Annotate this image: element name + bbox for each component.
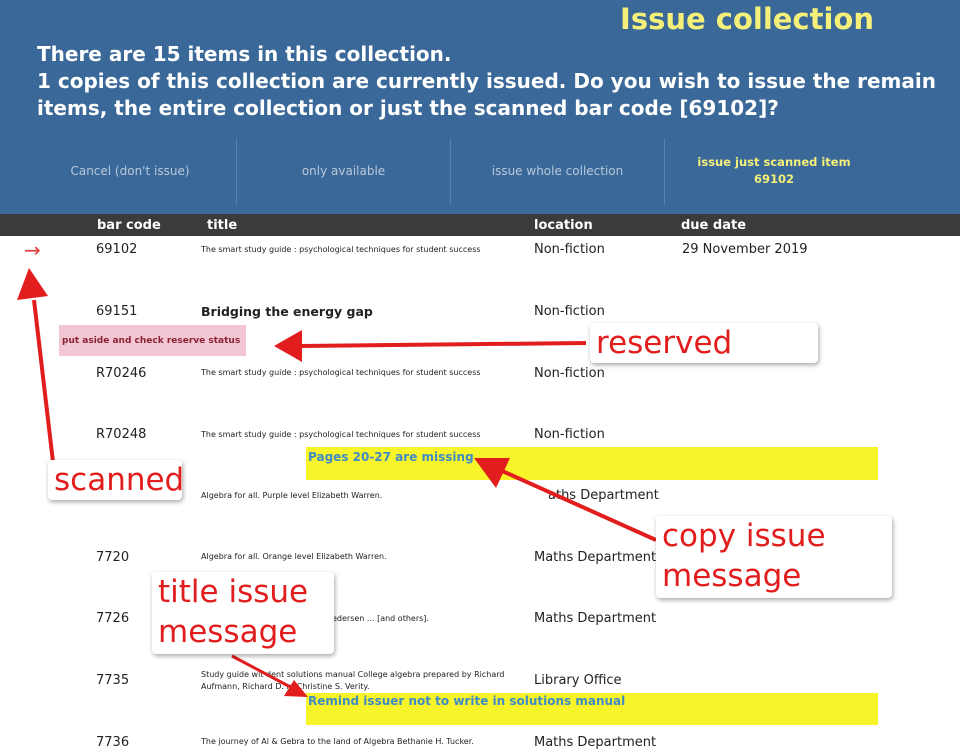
- column-header-location: location: [534, 218, 593, 233]
- row-barcode: 7735: [96, 673, 130, 688]
- row-location: Maths Department: [534, 550, 657, 565]
- row-barcode: 7720: [96, 550, 130, 565]
- copy-issue-callout-line1: copy issue: [662, 518, 826, 554]
- issued-copies-message: 1 copies of this collection are currentl…: [37, 69, 936, 93]
- row-location: Non-fiction: [534, 304, 605, 319]
- reserved-arrow-line: [299, 341, 587, 348]
- issue-question-message: items, the entire collection or just the…: [37, 96, 779, 120]
- row-title-line2: Aufmann, Richard D. n, Christine S. Veri…: [201, 682, 370, 691]
- copy-issue-callout: copy issue message: [656, 516, 892, 598]
- reserve-status-badge: put aside and check reserve status: [59, 325, 246, 356]
- column-header-title: title: [207, 218, 238, 233]
- row-due-date: 29 November 2019: [682, 242, 808, 257]
- row-location: Library Office: [534, 673, 622, 688]
- row-title: edersen ... [and others].: [332, 614, 429, 623]
- issue-scanned-item-button[interactable]: issue just scanned item 69102: [665, 136, 883, 206]
- row-barcode: 7726: [96, 611, 130, 626]
- issue-scanned-item-label: issue just scanned item: [697, 155, 851, 169]
- title-issue-callout: title issue message: [152, 572, 334, 654]
- page-title: Issue collection: [620, 2, 874, 36]
- scanned-arrow-head: [17, 268, 48, 300]
- row-barcode: 69151: [96, 304, 138, 319]
- row-location: Non-fiction: [534, 366, 605, 381]
- row-barcode: 7736: [96, 735, 130, 750]
- title-issue-message: Remind issuer not to write in solutions …: [306, 693, 878, 725]
- row-location: aths Department: [548, 488, 659, 503]
- issue-dialog-header: Issue collection There are 15 items in t…: [0, 0, 960, 214]
- copy-issue-callout-line2: message: [662, 558, 802, 594]
- row-title: The smart study guide : psychological te…: [201, 368, 481, 377]
- title-issue-callout-line1: title issue: [158, 574, 309, 610]
- row-title: The smart study guide : psychological te…: [201, 430, 481, 439]
- scanned-item-arrow-icon: →: [24, 238, 41, 262]
- column-header-barcode: bar code: [97, 218, 161, 233]
- row-location: Maths Department: [534, 611, 657, 626]
- row-barcode: R70246: [96, 366, 147, 381]
- scanned-arrow-line: [32, 299, 55, 463]
- collection-count-message: There are 15 items in this collection.: [37, 42, 452, 66]
- row-barcode: 69102: [96, 242, 138, 257]
- row-title: Bridging the energy gap: [201, 304, 373, 319]
- scanned-callout: scanned: [48, 460, 184, 500]
- column-header-due-date: due date: [681, 218, 747, 233]
- issue-whole-collection-button[interactable]: issue whole collection: [451, 136, 664, 206]
- table-header: bar code title location due date: [0, 214, 960, 236]
- row-title: Algebra for all. Orange level Elizabeth …: [201, 552, 387, 561]
- row-barcode: R70248: [96, 427, 147, 442]
- reserved-callout: reserved: [590, 323, 818, 363]
- issue-scanned-item-barcode: 69102: [753, 172, 794, 186]
- reserved-arrow-head: [274, 330, 302, 362]
- row-title-line1: Study guide wit dent solutions manual Co…: [201, 670, 505, 679]
- row-location: Non-fiction: [534, 242, 605, 257]
- row-title: The smart study guide : psychological te…: [201, 245, 481, 254]
- row-location: Non-fiction: [534, 427, 605, 442]
- cancel-button[interactable]: Cancel (don't issue): [24, 136, 236, 206]
- row-title: The journey of Al & Gebra to the land of…: [201, 737, 474, 746]
- title-issue-callout-line2: message: [158, 614, 298, 650]
- row-location: Maths Department: [534, 735, 657, 750]
- copy-issue-arrow-line: [499, 468, 657, 542]
- row-title: Algebra for all. Purple level Elizabeth …: [201, 491, 383, 500]
- only-available-button[interactable]: only available: [237, 136, 450, 206]
- copy-issue-message: Pages 20-27 are missing: [306, 447, 878, 480]
